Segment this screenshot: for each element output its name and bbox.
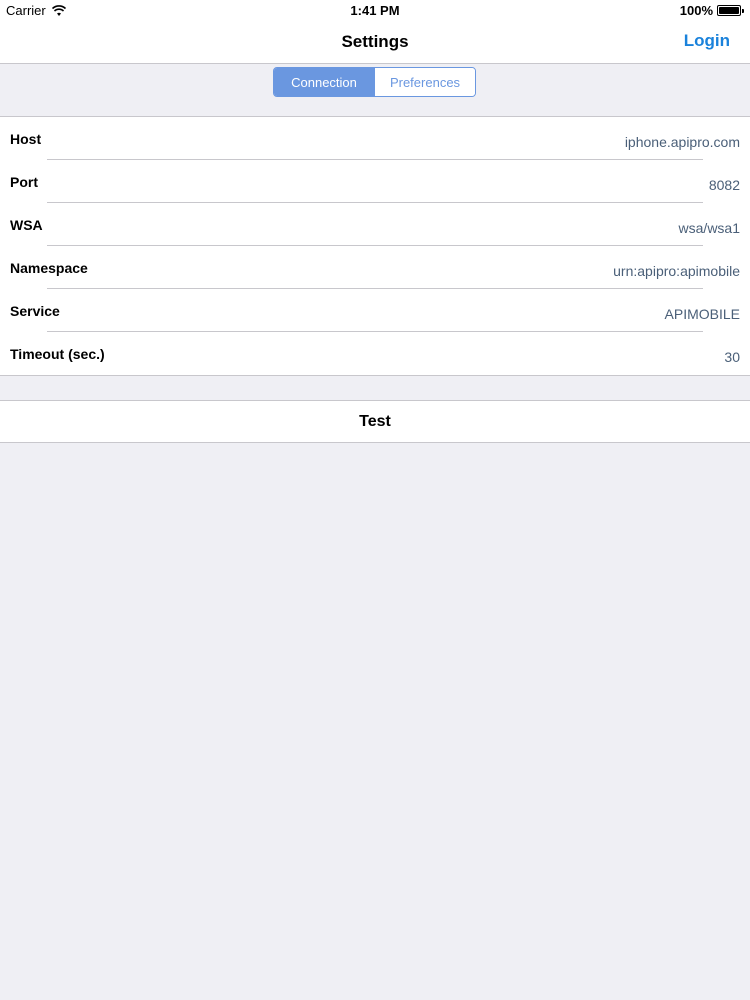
login-button[interactable]: Login	[684, 31, 730, 51]
setting-row-namespace[interactable]: Namespace urn:apipro:apimobile	[0, 246, 750, 289]
setting-row-wsa[interactable]: WSA wsa/wsa1	[0, 203, 750, 246]
setting-row-host[interactable]: Host iphone.apipro.com	[0, 117, 750, 160]
tab-preferences[interactable]: Preferences	[374, 68, 475, 96]
settings-segmented-control: Connection Preferences	[273, 67, 476, 97]
wsa-field[interactable]: wsa/wsa1	[679, 220, 740, 236]
port-field[interactable]: 8082	[709, 177, 740, 193]
setting-row-timeout[interactable]: Timeout (sec.) 30	[0, 332, 750, 375]
port-label: Port	[10, 174, 38, 190]
tab-connection[interactable]: Connection	[274, 68, 374, 96]
host-label: Host	[10, 131, 42, 147]
timeout-label: Timeout (sec.)	[10, 346, 105, 362]
status-time: 1:41 PM	[350, 3, 400, 18]
status-bar: Carrier 1:41 PM 100%	[0, 0, 750, 22]
battery-icon	[717, 5, 744, 16]
setting-row-port[interactable]: Port 8082	[0, 160, 750, 203]
battery-percent: 100%	[679, 3, 713, 18]
connection-settings-table: Host iphone.apipro.com Port 8082 WSA wsa…	[0, 116, 750, 376]
test-button[interactable]: Test	[0, 400, 750, 443]
timeout-field[interactable]: 30	[724, 349, 740, 365]
navigation-bar: Settings Login	[0, 22, 750, 64]
page-title: Settings	[341, 32, 409, 51]
namespace-label: Namespace	[10, 260, 88, 276]
setting-row-service[interactable]: Service APIMOBILE	[0, 289, 750, 332]
status-right: 100%	[680, 3, 744, 18]
service-field[interactable]: APIMOBILE	[665, 306, 740, 322]
service-label: Service	[10, 303, 60, 319]
namespace-field[interactable]: urn:apipro:apimobile	[613, 263, 740, 279]
wsa-label: WSA	[10, 217, 43, 233]
host-field[interactable]: iphone.apipro.com	[625, 134, 740, 150]
